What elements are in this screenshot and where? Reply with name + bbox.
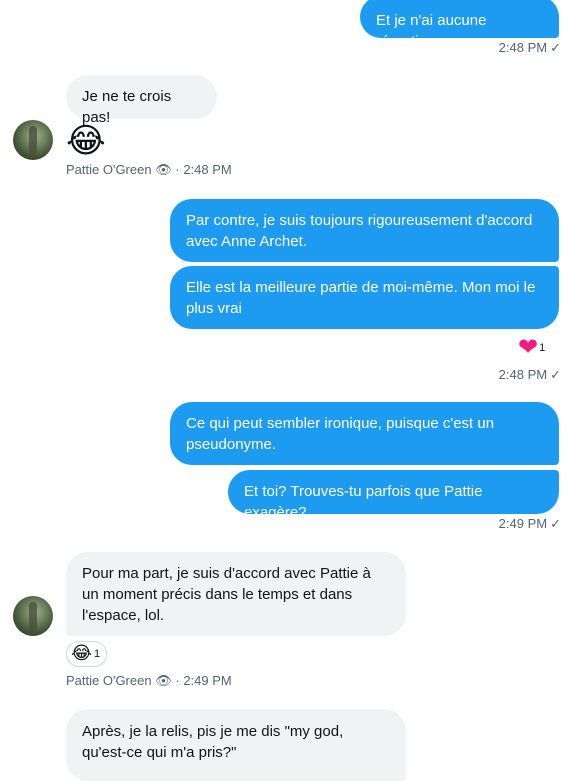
message-text: Après, je la relis, pis je me dis "my go… — [82, 723, 344, 761]
timestamp-text: 2:48 PM — [498, 40, 548, 55]
message-timestamp: 2:48 PM ✓ — [499, 40, 561, 56]
timestamp-text: 2:48 PM — [183, 162, 232, 177]
message-text: Pour ma part, je suis d'accord avec Patt… — [82, 565, 371, 624]
outgoing-message-bubble[interactable]: Et toi? Trouves-tu parfois que Pattie ex… — [228, 470, 559, 521]
message-timestamp: 2:49 PM ✓ — [499, 516, 561, 532]
message-text: Et toi? Trouves-tu parfois que Pattie ex… — [244, 483, 483, 521]
sent-check-icon: ✓ — [550, 367, 561, 382]
reaction-count: 1 — [539, 342, 546, 354]
laughing-emoji-message[interactable]: 😂 — [66, 120, 106, 162]
separator: · — [175, 162, 180, 177]
timestamp-text: 2:49 PM — [498, 516, 548, 531]
laughing-emoji-icon: 😂 — [71, 643, 93, 664]
sent-check-icon: ✓ — [550, 516, 561, 531]
sender-meta: Pattie O'Green 👁 · 2:48 PM — [66, 162, 232, 179]
eye-icon: 👁 — [155, 674, 172, 689]
message-text: Ce qui peut sembler ironique, puisque c'… — [186, 415, 495, 453]
outgoing-message-bubble[interactable]: Par contre, je suis toujours rigoureusem… — [170, 199, 559, 262]
message-timestamp: 2:48 PM ✓ — [499, 367, 561, 383]
message-text: Par contre, je suis toujours rigoureusem… — [186, 212, 533, 250]
message-text: Elle est la meilleure partie de moi-même… — [186, 279, 536, 317]
message-text: Et je n'ai aucune répartie. — [376, 12, 487, 50]
timestamp-text: 2:48 PM — [498, 367, 548, 382]
outgoing-message-bubble[interactable]: Ce qui peut sembler ironique, puisque c'… — [170, 402, 559, 465]
outgoing-message-bubble[interactable]: Et je n'ai aucune répartie. — [360, 0, 559, 50]
sender-name[interactable]: Pattie O'Green — [66, 673, 152, 688]
eye-icon: 👁 — [155, 163, 172, 178]
incoming-message-bubble[interactable]: Pour ma part, je suis d'accord avec Patt… — [66, 552, 406, 636]
outgoing-message-bubble[interactable]: Elle est la meilleure partie de moi-même… — [170, 266, 559, 329]
heart-reaction[interactable]: ❤ 1 — [518, 335, 545, 359]
avatar[interactable] — [13, 120, 53, 160]
avatar[interactable] — [13, 596, 53, 636]
sent-check-icon: ✓ — [550, 40, 561, 55]
incoming-message-bubble[interactable]: Après, je la relis, pis je me dis "my go… — [66, 709, 406, 781]
sender-name[interactable]: Pattie O'Green — [66, 162, 152, 177]
incoming-message-bubble[interactable]: Je ne te crois pas! — [66, 75, 217, 126]
sender-meta: Pattie O'Green 👁 · 2:49 PM — [66, 673, 232, 690]
laugh-reaction[interactable]: 😂 1 — [66, 641, 108, 667]
timestamp-text: 2:49 PM — [183, 673, 232, 688]
separator: · — [175, 673, 180, 688]
reaction-count: 1 — [94, 648, 101, 660]
heart-icon: ❤ — [518, 333, 539, 361]
